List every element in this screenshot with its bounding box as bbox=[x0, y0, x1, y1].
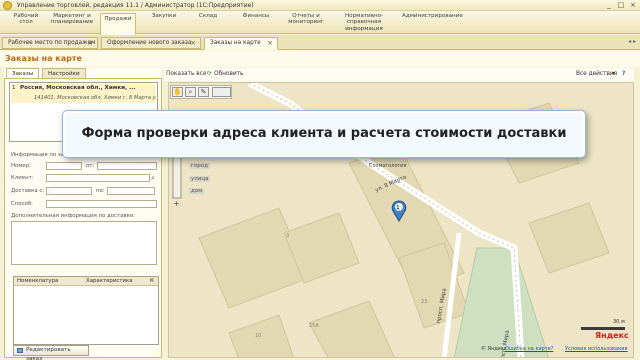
form-title: Заказы на карте bbox=[5, 54, 82, 63]
edit-order-label: Редактировать заказ bbox=[26, 347, 71, 360]
section-reports[interactable]: Отчеты и мониторинг bbox=[285, 13, 327, 26]
extra-info-field[interactable] bbox=[11, 221, 157, 265]
scale-label: 30 м bbox=[613, 319, 625, 325]
search-icon[interactable]: ⌕ bbox=[151, 174, 155, 183]
section-warehouse[interactable]: Склад bbox=[193, 13, 223, 19]
tab-label: Заказы на карте bbox=[210, 40, 261, 46]
yandex-logo: Яндекс bbox=[595, 331, 629, 340]
number-label: Номер: bbox=[11, 163, 31, 169]
terms-link[interactable]: Условия использования bbox=[565, 346, 628, 352]
delivery-to-field[interactable]: : bbox=[107, 187, 155, 195]
zoom-tool-icon[interactable]: ⌕ bbox=[185, 87, 196, 97]
goods-table-header: Номенклатура Характеристика К bbox=[14, 277, 158, 286]
edit-icon bbox=[17, 348, 23, 353]
window-titlebar: Управление торговлей, редакция 11.1 / Ад… bbox=[0, 0, 640, 11]
section-finance[interactable]: Финансы bbox=[238, 13, 274, 19]
map-poi-label: Стоматология bbox=[369, 163, 407, 169]
map-command-bar: Показать все ⟳ Обновить Все действия ▾ ? bbox=[164, 68, 634, 81]
order-number: 1 bbox=[12, 85, 16, 91]
map-label-street: улица bbox=[189, 176, 211, 182]
report-error-link[interactable]: Ошибка на карте? bbox=[505, 346, 553, 352]
time-mask: : bbox=[49, 189, 51, 195]
map-toolbar: ✋ ⌕ ✎ bbox=[170, 85, 232, 99]
delivery-from-field[interactable]: : bbox=[46, 187, 92, 195]
tab-new-order[interactable]: Оформление нового заказа × bbox=[101, 37, 201, 49]
building-number: 23 bbox=[421, 299, 428, 305]
tab-orders-map[interactable]: Заказы на карте × bbox=[204, 37, 278, 50]
building-number: 3 bbox=[286, 233, 290, 239]
close-window-button[interactable]: × bbox=[628, 1, 638, 9]
close-tab-icon[interactable]: × bbox=[190, 38, 196, 48]
copyright-label: © Яндекс bbox=[481, 346, 507, 352]
all-actions-menu[interactable]: Все действия bbox=[576, 71, 617, 77]
section-desktop[interactable]: Рабочий стол bbox=[8, 13, 44, 26]
caption-callout: Форма проверки адреса клиента и расчета … bbox=[62, 110, 586, 158]
tabs-scroll-arrows[interactable]: ◂ ▸ bbox=[628, 38, 636, 45]
sections-panel: Рабочий стол Маркетинг и планирование Пр… bbox=[0, 11, 640, 35]
help-icon[interactable]: ? bbox=[622, 71, 625, 77]
method-label: Способ: bbox=[11, 201, 33, 207]
method-field[interactable] bbox=[46, 200, 157, 208]
zoom-in-icon[interactable]: + bbox=[173, 199, 180, 208]
ruler-tool-icon[interactable]: ✎ bbox=[198, 87, 209, 97]
tab-label: Рабочее место по продажам bbox=[8, 40, 96, 46]
order-address-line[interactable]: Россия, Московская обл., Химки, ... bbox=[20, 85, 156, 91]
number-field[interactable] bbox=[46, 162, 82, 170]
caption-text: Форма проверки адреса клиента и расчета … bbox=[81, 126, 567, 141]
client-field[interactable] bbox=[46, 174, 150, 182]
order-address-detail[interactable]: 141401, Московская обл, Химки г, 8 Марта… bbox=[34, 95, 156, 101]
section-purchases[interactable]: Закупки bbox=[146, 13, 182, 19]
scale-bar bbox=[581, 327, 625, 330]
hand-tool-icon[interactable]: ✋ bbox=[172, 87, 183, 97]
maximize-button[interactable]: □ bbox=[616, 1, 626, 9]
col-quantity[interactable]: К bbox=[150, 278, 154, 284]
show-all-button[interactable]: Показать все bbox=[166, 71, 206, 77]
section-reference[interactable]: Нормативно-справочная информация bbox=[330, 13, 398, 32]
tab-label: Оформление нового заказа bbox=[107, 40, 192, 46]
section-sales[interactable]: Продажи bbox=[100, 13, 136, 35]
layer-tool-icon[interactable] bbox=[212, 87, 231, 97]
goods-table[interactable]: Номенклатура Характеристика К bbox=[13, 276, 159, 345]
close-tab-icon[interactable]: × bbox=[87, 38, 93, 48]
section-marketing[interactable]: Маркетинг и планирование bbox=[49, 13, 95, 26]
refresh-button[interactable]: Обновить bbox=[214, 71, 243, 77]
window-title: Управление торговлей, редакция 11.1 / Ад… bbox=[17, 2, 254, 9]
chevron-down-icon[interactable]: ▾ bbox=[612, 71, 615, 77]
section-administration[interactable]: Администрирование bbox=[402, 13, 463, 19]
minimize-button[interactable]: _ bbox=[604, 1, 614, 9]
app-logo-icon bbox=[3, 1, 12, 10]
col-characteristic[interactable]: Характеристика bbox=[86, 278, 133, 284]
time-mask: : bbox=[110, 189, 112, 195]
building-number: 25A bbox=[309, 323, 319, 329]
open-windows-bar: Рабочее место по продажам × Оформление н… bbox=[0, 35, 640, 50]
client-label: Клиент: bbox=[11, 175, 34, 181]
map-label-house: дом bbox=[189, 188, 205, 194]
tab-sales-workplace[interactable]: Рабочее место по продажам × bbox=[2, 37, 98, 49]
close-tab-icon[interactable]: × bbox=[267, 38, 273, 48]
form-header: Заказы на карте bbox=[0, 51, 640, 67]
refresh-icon: ⟳ bbox=[207, 71, 212, 77]
building-number: 10 bbox=[255, 333, 262, 339]
extra-info-label: Дополнительная информация по доставке: bbox=[11, 213, 136, 219]
col-nomenclature[interactable]: Номенклатура bbox=[17, 278, 58, 284]
delivery-to-label: по: bbox=[96, 188, 105, 194]
map-label-city: город bbox=[189, 163, 210, 169]
delivery-from-label: Доставка с: bbox=[11, 188, 45, 194]
edit-order-button[interactable]: Редактировать заказ bbox=[13, 345, 89, 360]
from-label: от: bbox=[86, 163, 95, 169]
building-number: 2/1 bbox=[397, 209, 406, 215]
from-date-field[interactable] bbox=[97, 162, 157, 170]
